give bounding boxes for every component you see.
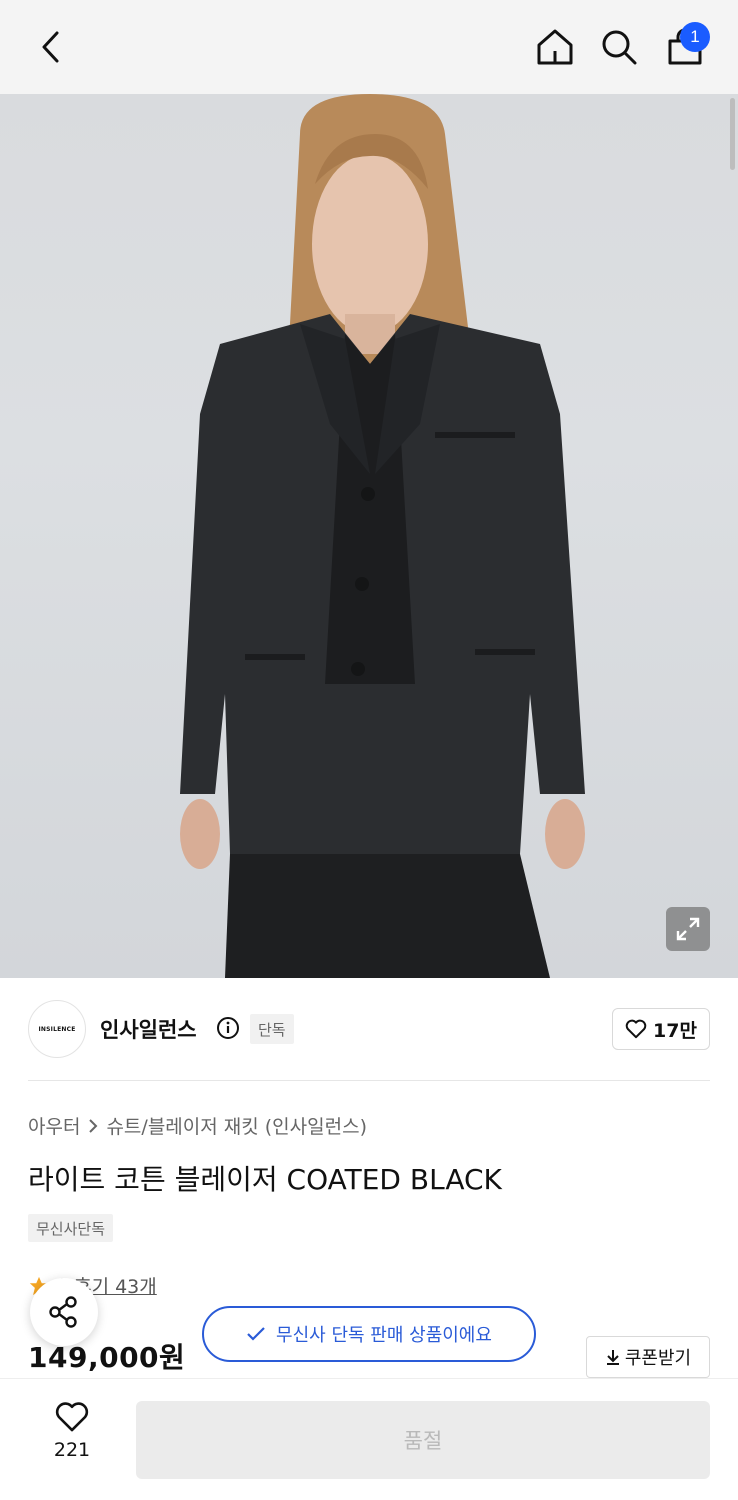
check-icon xyxy=(247,1327,265,1341)
toast-message: 무신사 단독 판매 상품이에요 xyxy=(276,1325,492,1346)
brand-logo-text: INSILENCE xyxy=(38,1025,76,1033)
product-title: 라이트 코튼 블레이저 COATED BLACK xyxy=(28,1163,502,1196)
wishlist-button[interactable]: 221 xyxy=(36,1401,108,1471)
breadcrumb-item-category[interactable]: 슈트/블레이저 재킷 (인사일런스) xyxy=(106,1112,367,1139)
breadcrumb: 아우터 슈트/블레이저 재킷 (인사일런스) xyxy=(28,1112,367,1139)
exclusive-toast: 무신사 단독 판매 상품이에요 xyxy=(202,1306,536,1362)
home-icon xyxy=(537,29,573,65)
soldout-button[interactable]: 품절 xyxy=(136,1401,710,1479)
cart-count-badge: 1 xyxy=(680,22,710,52)
brand-row: INSILENCE 인사일런스 단독 17만 xyxy=(28,1000,710,1060)
wishlist-count: 221 xyxy=(53,1439,91,1461)
divider xyxy=(28,1080,710,1081)
breadcrumb-item-outer[interactable]: 아우터 xyxy=(28,1112,80,1139)
expand-image-button[interactable] xyxy=(666,907,710,951)
exclusive-badge: 무신사단독 xyxy=(28,1214,114,1242)
heart-icon xyxy=(55,1402,89,1432)
product-image[interactable] xyxy=(0,94,738,978)
brand-logo[interactable]: INSILENCE xyxy=(28,1000,86,1058)
expand-icon xyxy=(676,917,700,941)
coupon-label: 쿠폰받기 xyxy=(624,1348,692,1369)
back-button[interactable] xyxy=(28,22,74,72)
share-button[interactable] xyxy=(30,1278,98,1346)
home-button[interactable] xyxy=(530,22,580,72)
info-icon[interactable] xyxy=(216,1016,240,1040)
brand-like-button[interactable]: 17만 xyxy=(612,1008,710,1050)
brand-name[interactable]: 인사일런스 xyxy=(100,1014,197,1044)
scroll-indicator xyxy=(730,98,735,170)
bottom-action-bar: 221 품절 xyxy=(0,1378,738,1500)
cart-button[interactable]: 1 xyxy=(658,22,712,72)
exclusive-tag: 단독 xyxy=(250,1014,294,1044)
heart-icon xyxy=(625,1019,647,1039)
chevron-right-icon xyxy=(89,1118,98,1133)
top-bar: 1 xyxy=(0,0,738,94)
chevron-left-icon xyxy=(42,31,59,63)
coupon-button[interactable]: 쿠폰받기 xyxy=(586,1336,710,1378)
model-photo xyxy=(180,94,585,978)
search-button[interactable] xyxy=(594,22,644,72)
brand-like-count: 17만 xyxy=(653,1019,697,1042)
search-icon xyxy=(602,30,637,65)
share-icon xyxy=(49,1296,77,1328)
download-icon xyxy=(606,1350,619,1365)
